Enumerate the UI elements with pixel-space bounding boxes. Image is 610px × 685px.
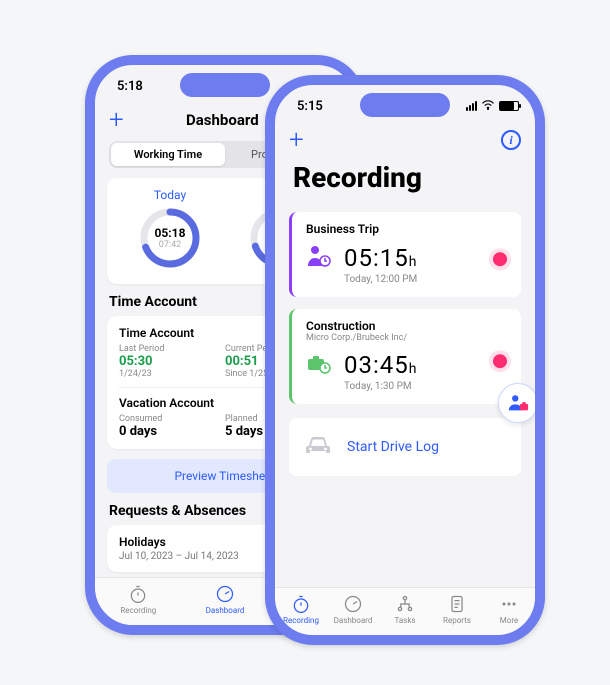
drive-log-card[interactable]: Start Drive Log (289, 418, 521, 476)
tab-reports[interactable]: Reports (431, 594, 483, 625)
status-icons (466, 99, 519, 113)
person-clock-icon (306, 244, 332, 272)
notch (180, 73, 270, 97)
tab-bar: Recording Dashboard Tasks Reports More (275, 587, 535, 635)
document-icon (431, 594, 483, 614)
last-period-date: 1/24/23 (119, 369, 225, 379)
tab-label: Dashboard (182, 606, 269, 615)
status-time: 5:15 (297, 99, 323, 114)
stopwatch-icon (275, 594, 327, 614)
contacts-fab[interactable] (498, 383, 538, 423)
phone-recording: 5:15 + i Recording Business Trip 05:15h … (265, 75, 545, 645)
ring-target: 07:42 (159, 240, 181, 250)
entry-subtitle: Micro Corp./Brubeck Inc/ (306, 333, 509, 343)
ring-label: Today (119, 188, 221, 202)
tab-label: More (483, 616, 535, 625)
entry-title: Business Trip (306, 222, 509, 236)
signal-icon (466, 101, 477, 111)
last-period-value: 05:30 (119, 354, 225, 369)
more-icon (483, 594, 535, 614)
vacation-consumed-label: Consumed (119, 414, 225, 424)
top-bar: + i (275, 127, 535, 159)
car-icon (303, 434, 333, 460)
briefcase-clock-icon (306, 351, 332, 379)
tab-label: Recording (275, 616, 327, 625)
stopwatch-icon (95, 584, 182, 604)
page-title: Dashboard (186, 111, 259, 129)
last-period-label: Last Period (119, 344, 225, 354)
vacation-consumed-value: 0 days (119, 424, 225, 439)
tab-label: Reports (431, 616, 483, 625)
gauge-icon (182, 584, 269, 604)
tab-recording[interactable]: Recording (275, 594, 327, 625)
record-indicator-icon[interactable] (493, 252, 507, 266)
entry-time: 05:15 (344, 244, 409, 272)
add-button[interactable]: + (289, 127, 304, 153)
hierarchy-icon (379, 594, 431, 614)
battery-icon (499, 101, 519, 111)
tab-label: Dashboard (327, 616, 379, 625)
entry-unit: h (409, 361, 418, 377)
record-indicator-icon[interactable] (493, 354, 507, 368)
gauge-icon (327, 594, 379, 614)
time-entry[interactable]: Construction Micro Corp./Brubeck Inc/ 03… (289, 309, 521, 404)
tab-recording[interactable]: Recording (95, 584, 182, 615)
info-icon[interactable]: i (501, 130, 521, 150)
entry-time: 03:45 (344, 351, 409, 379)
time-entry[interactable]: Business Trip 05:15h Today, 12:00 PM (289, 212, 521, 297)
tab-dashboard[interactable]: Dashboard (327, 594, 379, 625)
tab-dashboard[interactable]: Dashboard (182, 584, 269, 615)
add-button[interactable]: + (109, 107, 124, 133)
ring-today: Today 05:18 07:42 (119, 188, 221, 274)
drive-log-label: Start Drive Log (347, 439, 439, 455)
person-briefcase-icon (507, 392, 529, 414)
status-time: 5:18 (117, 79, 143, 94)
tab-label: Tasks (379, 616, 431, 625)
tab-tasks[interactable]: Tasks (379, 594, 431, 625)
ring-value: 05:18 (155, 226, 186, 240)
entry-unit: h (409, 254, 418, 270)
entry-title: Construction (306, 319, 509, 333)
tab-label: Recording (95, 606, 182, 615)
entry-when: Today, 1:30 PM (344, 381, 509, 392)
page-title: Recording (275, 159, 535, 202)
notch (360, 93, 450, 117)
tab-working-time[interactable]: Working Time (111, 143, 225, 166)
wifi-icon (481, 99, 495, 113)
tab-more[interactable]: More (483, 594, 535, 625)
entry-when: Today, 12:00 PM (344, 274, 509, 285)
